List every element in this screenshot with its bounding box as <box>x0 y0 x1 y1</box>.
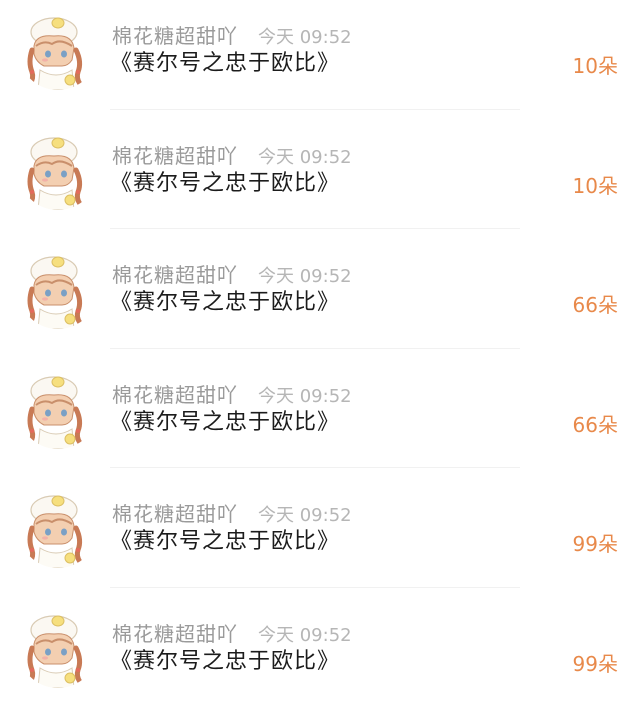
anime-girl-avatar-icon <box>18 130 98 210</box>
message-meta: 棉花糖超甜吖 今天 09:52 <box>112 259 352 287</box>
avatar[interactable] <box>18 249 98 329</box>
anime-girl-avatar-icon <box>18 608 98 688</box>
message-meta: 棉花糖超甜吖 今天 09:52 <box>112 20 352 48</box>
divider <box>110 109 520 110</box>
list-item[interactable]: 棉花糖超甜吖 今天 09:52 《赛尔号之忠于欧比》 10朵 <box>0 0 640 120</box>
gift-title[interactable]: 《赛尔号之忠于欧比》 <box>110 284 340 316</box>
divider <box>110 348 520 349</box>
avatar[interactable] <box>18 369 98 449</box>
anime-girl-avatar-icon <box>18 369 98 449</box>
message-meta: 棉花糖超甜吖 今天 09:52 <box>112 379 352 407</box>
gift-title[interactable]: 《赛尔号之忠于欧比》 <box>110 643 340 675</box>
message-meta: 棉花糖超甜吖 今天 09:52 <box>112 498 352 526</box>
list-item[interactable]: 棉花糖超甜吖 今天 09:52 《赛尔号之忠于欧比》 99朵 <box>0 478 640 598</box>
gift-title[interactable]: 《赛尔号之忠于欧比》 <box>110 404 340 436</box>
anime-girl-avatar-icon <box>18 488 98 568</box>
divider <box>110 228 520 229</box>
gift-amount: 66朵 <box>573 409 618 438</box>
message-meta: 棉花糖超甜吖 今天 09:52 <box>112 140 352 168</box>
gift-title[interactable]: 《赛尔号之忠于欧比》 <box>110 45 340 77</box>
divider <box>110 587 520 588</box>
avatar[interactable] <box>18 130 98 210</box>
gift-amount: 10朵 <box>573 170 618 199</box>
gift-message-list: 棉花糖超甜吖 今天 09:52 《赛尔号之忠于欧比》 10朵 <box>0 0 640 701</box>
message-meta: 棉花糖超甜吖 今天 09:52 <box>112 618 352 646</box>
anime-girl-avatar-icon <box>18 10 98 90</box>
list-item[interactable]: 棉花糖超甜吖 今天 09:52 《赛尔号之忠于欧比》 66朵 <box>0 239 640 359</box>
list-item[interactable]: 棉花糖超甜吖 今天 09:52 《赛尔号之忠于欧比》 99朵 <box>0 598 640 717</box>
list-item[interactable]: 棉花糖超甜吖 今天 09:52 《赛尔号之忠于欧比》 10朵 <box>0 120 640 240</box>
divider <box>110 467 520 468</box>
gift-amount: 10朵 <box>573 50 618 79</box>
gift-title[interactable]: 《赛尔号之忠于欧比》 <box>110 165 340 197</box>
gift-amount: 66朵 <box>573 289 618 318</box>
gift-amount: 99朵 <box>573 528 618 557</box>
avatar[interactable] <box>18 10 98 90</box>
avatar[interactable] <box>18 608 98 688</box>
list-item[interactable]: 棉花糖超甜吖 今天 09:52 《赛尔号之忠于欧比》 66朵 <box>0 359 640 479</box>
gift-amount: 99朵 <box>573 648 618 677</box>
avatar[interactable] <box>18 488 98 568</box>
anime-girl-avatar-icon <box>18 249 98 329</box>
gift-title[interactable]: 《赛尔号之忠于欧比》 <box>110 523 340 555</box>
